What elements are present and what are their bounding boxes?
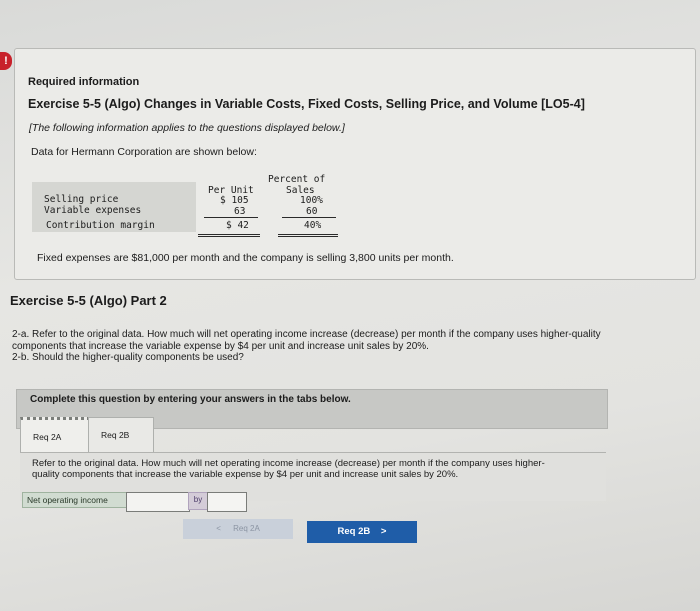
fixed-expenses-text: Fixed expenses are $81,000 per month and… (37, 252, 454, 264)
question-line-2: components that increase the variable ex… (12, 340, 429, 352)
net-operating-income-select[interactable] (126, 492, 190, 512)
total-double-rule-unit (198, 234, 260, 235)
row-value-selling-price-unit: $ 105 (220, 195, 249, 206)
chevron-right-icon: > (380, 526, 387, 537)
question-line-3: 2-b. Should the higher-quality component… (12, 352, 244, 363)
prev-req-label: Req 2A (233, 524, 260, 533)
net-operating-income-label: Net operating income (22, 492, 130, 508)
instructions-text: Complete this question by entering your … (30, 394, 351, 405)
question-text: 2-a. Refer to the original data. How muc… (12, 329, 684, 364)
row-label-selling-price: Selling price (44, 194, 119, 205)
next-req-label: Req 2B (337, 526, 371, 537)
subtotal-rule-unit (204, 217, 258, 218)
next-req-button[interactable]: Req 2B > (307, 521, 417, 543)
info-note: [The following information applies to th… (29, 122, 345, 134)
data-intro: Data for Hermann Corporation are shown b… (31, 146, 257, 158)
tab-content-text: Refer to the original data. How much wil… (32, 458, 602, 480)
row-value-variable-percent: 60 (306, 206, 318, 217)
row-value-variable-unit: 63 (234, 206, 246, 217)
part-title: Exercise 5-5 (Algo) Part 2 (10, 293, 167, 308)
chevron-left-icon: < (216, 524, 221, 533)
tab-content-line-2: quality components that increase the var… (32, 469, 459, 480)
row-value-cm-percent: 40% (304, 220, 322, 231)
row-value-cm-unit: $ 42 (226, 220, 249, 231)
question-line-1: 2-a. Refer to the original data. How muc… (12, 329, 601, 340)
col-header-percent-1: Percent of (268, 174, 326, 185)
required-info-heading: Required information (28, 76, 140, 88)
req-tabs: Req 2A Req 2B (20, 417, 154, 455)
prev-req-button[interactable]: < Req 2A (183, 519, 293, 539)
tab-content-line-1: Refer to the original data. How much wil… (32, 458, 545, 469)
subtotal-rule-percent (282, 217, 336, 218)
cost-data-table: Percent of Per Unit Sales Selling price … (32, 172, 340, 235)
tab-req-2b[interactable]: Req 2B (88, 417, 154, 453)
tab-req-2a[interactable]: Req 2A (20, 417, 90, 455)
alert-badge: ! (0, 52, 12, 70)
row-label-contribution-margin: Contribution margin (46, 220, 155, 231)
row-value-selling-price-percent: 100% (300, 195, 323, 206)
total-double-rule-percent (278, 234, 338, 235)
amount-input[interactable] (207, 492, 247, 512)
row-label-variable-expenses: Variable expenses (44, 205, 142, 216)
by-label: by (188, 492, 208, 510)
exercise-title: Exercise 5-5 (Algo) Changes in Variable … (28, 97, 585, 111)
